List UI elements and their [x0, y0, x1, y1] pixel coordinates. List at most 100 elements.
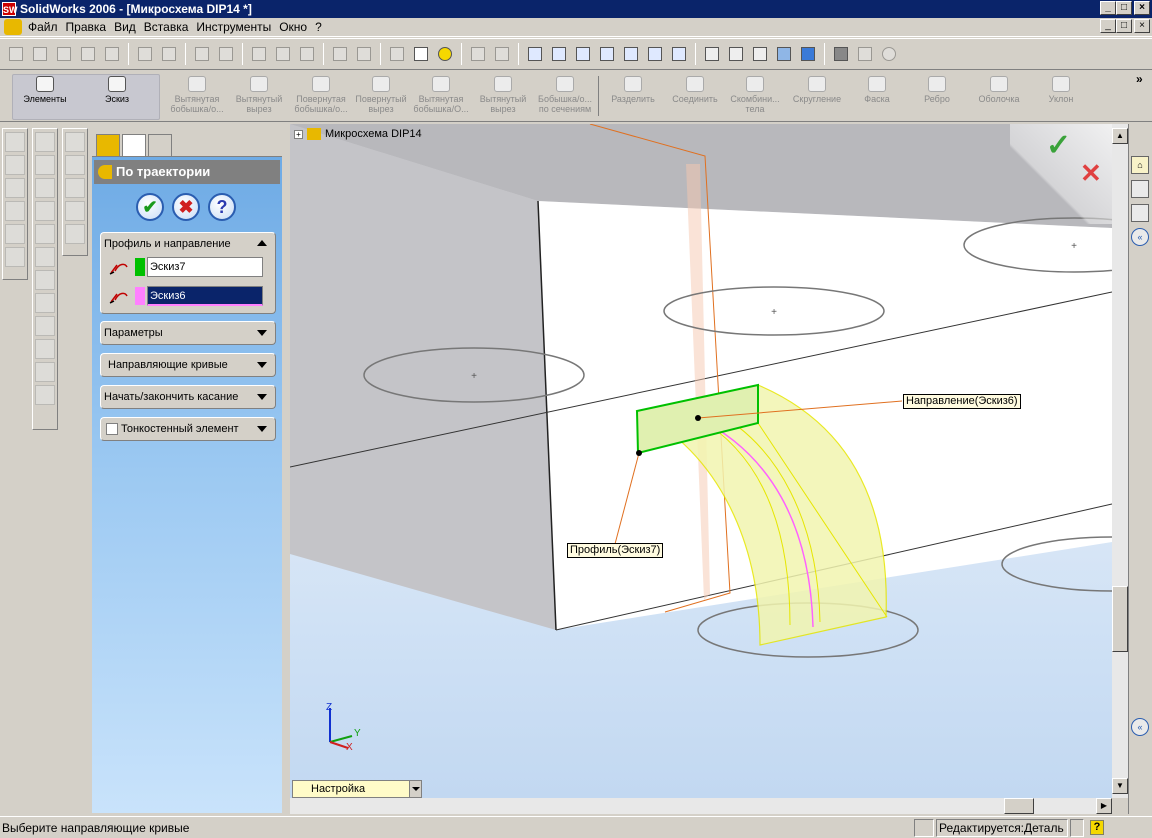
- cut-icon[interactable]: [102, 44, 122, 64]
- status-help-icon[interactable]: ?: [1090, 820, 1104, 835]
- plane-icon[interactable]: [65, 132, 85, 152]
- thin-feature-group[interactable]: Тонкостенный элемент: [100, 417, 276, 441]
- propertymanager-tab-icon[interactable]: [122, 134, 146, 156]
- copy-icon[interactable]: [135, 44, 155, 64]
- sweep-vert-icon[interactable]: [5, 178, 25, 198]
- shell-button[interactable]: Оболочка: [968, 76, 1030, 120]
- loft-button[interactable]: Бобышка/о... по сечениям: [534, 76, 596, 120]
- menu-tools[interactable]: Инструменты: [192, 20, 275, 34]
- wireframe-icon[interactable]: [702, 44, 722, 64]
- copy-tool-icon[interactable]: [35, 362, 55, 382]
- library-icon[interactable]: [1131, 180, 1149, 198]
- save-icon[interactable]: [54, 44, 74, 64]
- zoom-fit-icon[interactable]: [525, 44, 545, 64]
- measure-icon[interactable]: [468, 44, 488, 64]
- undo-icon[interactable]: [192, 44, 212, 64]
- paste-icon[interactable]: [159, 44, 179, 64]
- doc-restore-icon[interactable]: □: [1116, 19, 1132, 33]
- swept-boss-button[interactable]: Вытянутая бобышка/О...: [410, 76, 472, 120]
- view-combo[interactable]: Настройка: [292, 780, 422, 798]
- path-callout[interactable]: Направление(Эскиз6): [903, 394, 1021, 409]
- features-tab[interactable]: Элементы: [14, 76, 76, 120]
- revolved-boss-button[interactable]: Повернутая бобышка/о...: [290, 76, 352, 120]
- loft-vert-icon[interactable]: [5, 201, 25, 221]
- new-icon[interactable]: [6, 44, 26, 64]
- scroll-right-icon[interactable]: ▶: [1096, 798, 1112, 814]
- menu-edit[interactable]: Правка: [62, 20, 111, 34]
- hidden-removed-icon[interactable]: [750, 44, 770, 64]
- menu-insert[interactable]: Вставка: [140, 20, 193, 34]
- rebuild-icon[interactable]: [411, 44, 431, 64]
- options-group[interactable]: Параметры: [100, 321, 276, 345]
- revolved-cut-button[interactable]: Повернутый вырез: [350, 76, 412, 120]
- extruded-cut-button[interactable]: Вытянутый вырез: [228, 76, 290, 120]
- axis-icon[interactable]: [65, 155, 85, 175]
- horizontal-scrollbar[interactable]: ▶: [290, 798, 1112, 814]
- table-icon[interactable]: [354, 44, 374, 64]
- profile-callout[interactable]: Профиль(Эскиз7): [567, 543, 664, 558]
- scroll-thumb[interactable]: [1112, 586, 1128, 652]
- sketch-icon[interactable]: [273, 44, 293, 64]
- zoom-in-icon[interactable]: [573, 44, 593, 64]
- menu-window[interactable]: Окно: [275, 20, 311, 34]
- combo-dropdown-icon[interactable]: [409, 781, 421, 797]
- home-icon[interactable]: ⌂: [1131, 156, 1149, 174]
- search-icon[interactable]: [1131, 204, 1149, 222]
- open-icon[interactable]: [30, 44, 50, 64]
- scroll-up-icon[interactable]: ▲: [1112, 128, 1128, 144]
- realview-icon[interactable]: [879, 44, 899, 64]
- point-icon[interactable]: [65, 201, 85, 221]
- zoom-area-icon[interactable]: [549, 44, 569, 64]
- document-icon[interactable]: [4, 19, 22, 35]
- paste-tool-icon[interactable]: [35, 385, 55, 405]
- view-orientation-icon[interactable]: [669, 44, 689, 64]
- shaded-icon[interactable]: [798, 44, 818, 64]
- graphics-area[interactable]: + + + Z Y X + Микросхема DIP14 Направлен…: [290, 124, 1112, 798]
- doc-minimize-icon[interactable]: _: [1100, 19, 1116, 33]
- toolbar-overflow-icon[interactable]: »: [1136, 72, 1143, 86]
- dimension-tool-icon[interactable]: [35, 316, 55, 336]
- combine-button[interactable]: Скомбини... тела: [724, 76, 786, 120]
- path-selection-box[interactable]: Эскиз6: [147, 286, 263, 306]
- profile-selection-box[interactable]: Эскиз7: [147, 257, 263, 277]
- draft-button[interactable]: Уклон: [1030, 76, 1092, 120]
- pan-icon[interactable]: [645, 44, 665, 64]
- corner-ok-icon[interactable]: ✓: [1046, 128, 1071, 163]
- mate-reference-icon[interactable]: [65, 224, 85, 244]
- hidden-lines-icon[interactable]: [726, 44, 746, 64]
- configurationmanager-tab-icon[interactable]: [148, 134, 172, 156]
- sketch-tab[interactable]: Эскиз: [86, 76, 148, 120]
- doc-close-icon[interactable]: ×: [1134, 19, 1150, 33]
- view-left-icon[interactable]: [35, 178, 55, 198]
- curve-vert-icon[interactable]: [5, 224, 25, 244]
- hscroll-thumb[interactable]: [1004, 798, 1034, 814]
- helix-vert-icon[interactable]: [5, 247, 25, 267]
- collapse-pane-icon[interactable]: «: [1131, 228, 1149, 246]
- coordinate-system-icon[interactable]: [65, 178, 85, 198]
- view-back-icon[interactable]: [35, 155, 55, 175]
- help-button[interactable]: ?: [208, 193, 236, 221]
- view-bottom-icon[interactable]: [35, 247, 55, 267]
- menu-file[interactable]: Файл: [24, 20, 62, 34]
- join-button[interactable]: Соединить: [664, 76, 726, 120]
- shaded-edges-icon[interactable]: [774, 44, 794, 64]
- revolve-vert-icon[interactable]: [5, 155, 25, 175]
- smart-dimension-icon[interactable]: [297, 44, 317, 64]
- zoom-selection-icon[interactable]: [597, 44, 617, 64]
- split-button[interactable]: Разделить: [602, 76, 664, 120]
- close-icon[interactable]: ×: [1134, 1, 1150, 15]
- tree-root[interactable]: + Микросхема DIP14: [294, 128, 422, 140]
- help-icon[interactable]: [435, 44, 455, 64]
- maximize-icon[interactable]: □: [1116, 1, 1132, 15]
- menu-view[interactable]: Вид: [110, 20, 140, 34]
- ok-button[interactable]: ✔: [136, 193, 164, 221]
- tangency-group[interactable]: Начать/закончить касание: [100, 385, 276, 409]
- chamfer-button[interactable]: Фаска: [846, 76, 908, 120]
- rotate-icon[interactable]: [621, 44, 641, 64]
- model-view[interactable]: + + + Z Y X: [290, 124, 1112, 798]
- scroll-down-icon[interactable]: ▼: [1112, 778, 1128, 794]
- view-right-icon[interactable]: [35, 201, 55, 221]
- view-front-icon[interactable]: [35, 132, 55, 152]
- sketch-tool-icon[interactable]: [35, 293, 55, 313]
- vertical-scrollbar[interactable]: ▲ ▼: [1112, 124, 1128, 798]
